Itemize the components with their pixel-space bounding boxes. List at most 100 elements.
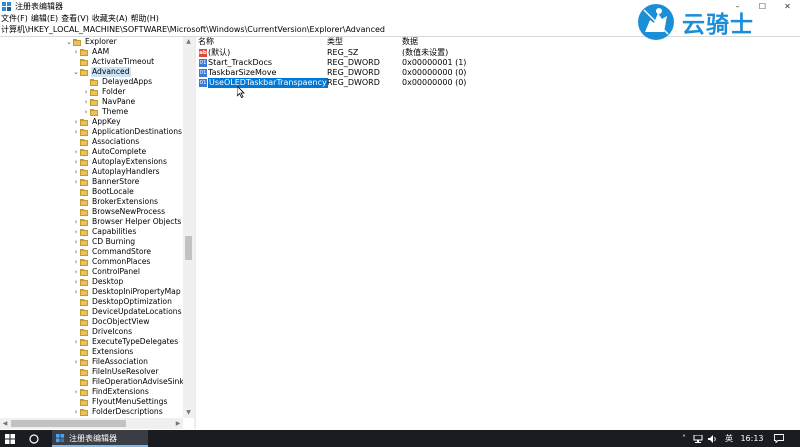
tree-item[interactable]: › Folder	[82, 87, 126, 97]
folder-icon	[80, 118, 88, 126]
chevron-right-icon[interactable]: ›	[72, 227, 80, 237]
chevron-right-icon[interactable]: ›	[72, 287, 80, 297]
value-row[interactable]: 01 TaskbarSizeMove REG_DWORD 0x00000000 (0)	[196, 68, 800, 78]
chevron-right-icon[interactable]: ›	[72, 247, 80, 257]
column-header-type[interactable]: 类型	[327, 37, 343, 47]
chevron-right-icon[interactable]: ›	[72, 47, 80, 57]
tree-horizontal-scrollbar[interactable]: ◀ ▶	[0, 418, 183, 429]
menu-favorites[interactable]: 收藏夹(A)	[91, 13, 130, 24]
chevron-right-icon[interactable]: ›	[72, 157, 80, 167]
tree-item[interactable]: DocObjectView	[72, 317, 150, 327]
tree-item[interactable]: › NavPane	[82, 97, 136, 107]
action-center-button[interactable]	[770, 430, 788, 447]
column-header-name[interactable]: 名称	[198, 37, 214, 47]
search-button[interactable]	[24, 430, 44, 447]
scrollbar-thumb[interactable]	[185, 236, 192, 260]
chevron-right-icon[interactable]: ›	[82, 107, 90, 117]
tree-item[interactable]: › BannerStore	[72, 177, 140, 187]
chevron-right-icon[interactable]: ›	[72, 177, 80, 187]
chevron-right-icon[interactable]: ›	[72, 237, 80, 247]
value-row[interactable]: 01 UseOLEDTaskbarTranspaency REG_DWORD 0x00…	[196, 78, 800, 88]
tree-item[interactable]: › Capabilities	[72, 227, 137, 237]
tree-item[interactable]: › ExecuteTypeDelegates	[72, 337, 179, 347]
menu-edit[interactable]: 编辑(E)	[30, 13, 60, 24]
tree-item[interactable]: › CD Burning	[72, 237, 136, 247]
tree-item[interactable]: Associations	[72, 137, 140, 147]
tray-overflow-button[interactable]: ˄	[678, 430, 690, 447]
folder-icon	[80, 268, 88, 276]
tree-item[interactable]: DelayedApps	[82, 77, 153, 87]
menu-file[interactable]: 文件(F)	[0, 13, 30, 24]
scroll-left-icon[interactable]: ◀	[0, 418, 10, 429]
clock-time: 16:13	[740, 434, 764, 443]
tree-item[interactable]: › Theme	[82, 107, 129, 117]
folder-icon	[80, 68, 88, 76]
chevron-right-icon[interactable]: ›	[72, 127, 80, 137]
column-header-data[interactable]: 数据	[402, 37, 418, 47]
tree-item[interactable]: BrowseNewProcess	[72, 207, 166, 217]
tree-item[interactable]: › CommandStore	[72, 247, 152, 257]
tree-item[interactable]: › AppKey	[72, 117, 122, 127]
tree-item[interactable]: › ControlPanel	[72, 267, 141, 277]
start-button[interactable]	[0, 430, 20, 447]
tree-item[interactable]: › FindExtensions	[72, 387, 150, 397]
chevron-down-icon[interactable]: ⌄	[65, 37, 73, 47]
tree-item[interactable]: FileOperationAdviseSinks	[72, 377, 183, 387]
chevron-right-icon[interactable]: ›	[72, 257, 80, 267]
scroll-up-icon[interactable]: ▲	[183, 37, 194, 47]
chevron-right-icon[interactable]: ›	[72, 337, 80, 347]
chevron-right-icon[interactable]: ›	[72, 277, 80, 287]
chevron-down-icon[interactable]: ⌄	[72, 67, 80, 77]
tree-item[interactable]: ActivateTimeout	[72, 57, 155, 67]
ime-button[interactable]: 英	[722, 430, 736, 447]
tree-item[interactable]: › FolderDescriptions	[72, 407, 164, 417]
chevron-right-icon[interactable]: ›	[72, 267, 80, 277]
value-row[interactable]: 01 Start_TrackDocs REG_DWORD 0x00000001 (1)	[196, 58, 800, 68]
chevron-right-icon[interactable]: ›	[72, 387, 80, 397]
tree-item[interactable]: BrokerExtensions	[72, 197, 159, 207]
chevron-right-icon[interactable]: ›	[72, 357, 80, 367]
tree-item[interactable]: › DesktopIniPropertyMap	[72, 287, 182, 297]
menu-view[interactable]: 查看(V)	[60, 13, 91, 24]
tree-item[interactable]: › FileAssociation	[72, 357, 149, 367]
clock[interactable]: 16:13	[738, 430, 766, 447]
tree-item[interactable]: › AutoplayHandlers	[72, 167, 161, 177]
chevron-right-icon[interactable]: ›	[82, 87, 90, 97]
network-button[interactable]	[692, 430, 704, 447]
tree-item[interactable]: › ApplicationDestinations	[72, 127, 183, 137]
tree-item[interactable]: › AAM	[72, 47, 110, 57]
tree-item[interactable]: › AutoplayExtensions	[72, 157, 168, 167]
tree-vertical-scrollbar[interactable]: ▲ ▼	[183, 37, 194, 418]
tree-item[interactable]: DriveIcons	[72, 327, 133, 337]
tree-item-label: FlyoutMenuSettings	[92, 397, 168, 406]
tree-item-label: AutoplayHandlers	[92, 167, 160, 176]
chevron-right-icon[interactable]: ›	[72, 147, 80, 157]
tree-item[interactable]: Extensions	[72, 347, 134, 357]
chevron-right-icon[interactable]: ›	[72, 117, 80, 127]
chevron-right-icon[interactable]: ›	[72, 167, 80, 177]
chevron-right-icon[interactable]: ›	[72, 407, 80, 417]
volume-button[interactable]	[707, 430, 719, 447]
tree-item[interactable]: ⌄ Advanced	[72, 67, 131, 77]
scroll-right-icon[interactable]: ▶	[173, 418, 183, 429]
tree-item[interactable]: › AutoComplete	[72, 147, 147, 157]
value-row[interactable]: ab (默认) REG_SZ (数值未设置)	[196, 48, 800, 58]
tree-item[interactable]: DeviceUpdateLocations	[72, 307, 183, 317]
tree-item[interactable]: › CommonPlaces	[72, 257, 151, 267]
tree-item[interactable]: › Desktop	[72, 277, 124, 287]
tree-item[interactable]: › Browser Helper Objects	[72, 217, 182, 227]
chevron-right-icon[interactable]: ›	[82, 97, 90, 107]
chevron-right-icon[interactable]: ›	[72, 217, 80, 227]
tree-item[interactable]: FileInUseResolver	[72, 367, 160, 377]
tree-item[interactable]: BootLocale	[72, 187, 135, 197]
menu-help[interactable]: 帮助(H)	[130, 13, 161, 24]
scroll-down-icon[interactable]: ▼	[183, 408, 194, 418]
tree-item[interactable]: FlyoutMenuSettings	[72, 397, 168, 407]
tree-item-label: CommonPlaces	[92, 257, 151, 266]
tree-item[interactable]: DesktopOptimization	[72, 297, 173, 307]
tree-item[interactable]: ⌄ Explorer	[65, 37, 118, 47]
value-type: REG_DWORD	[327, 58, 380, 67]
scrollbar-thumb[interactable]	[11, 420, 126, 427]
